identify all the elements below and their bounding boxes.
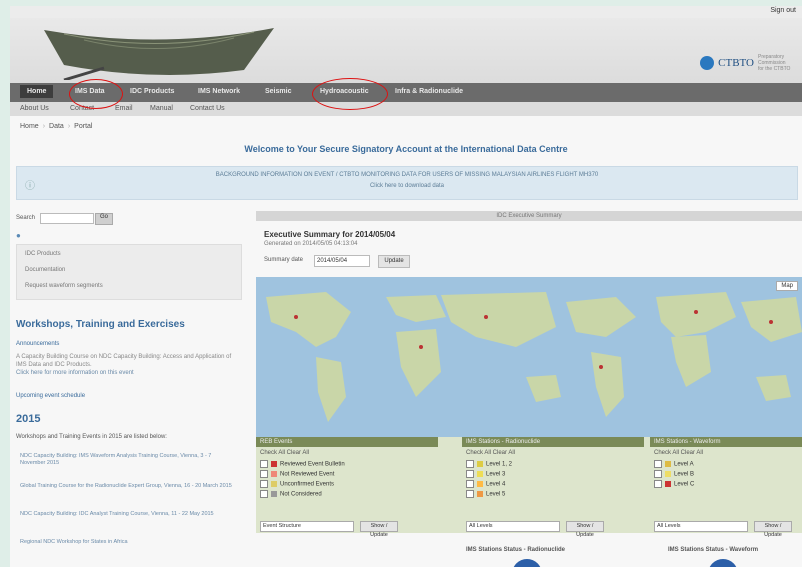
search-input[interactable] bbox=[40, 213, 94, 224]
filter-option[interactable]: Unconfirmed Events bbox=[256, 479, 438, 489]
nav-infra-radionuclide[interactable]: Infra & Radionuclide bbox=[395, 88, 463, 95]
breadcrumb-home[interactable]: Home bbox=[20, 123, 39, 130]
filter-select[interactable]: Event Structure bbox=[260, 521, 354, 532]
filter-panel: REB Events Check All Clear All Reviewed … bbox=[256, 437, 802, 538]
page-title: Welcome to Your Secure Signatory Account… bbox=[244, 144, 568, 154]
executive-summary-panel: IDC Executive Summary Executive Summary … bbox=[256, 211, 802, 567]
notice-text: BACKGROUND INFORMATION ON EVENT / CTBTO … bbox=[215, 172, 599, 178]
ctbto-globe-icon bbox=[700, 56, 715, 70]
subnav-email[interactable]: Email bbox=[115, 105, 133, 112]
subnav-contact-us[interactable]: Contact Us bbox=[190, 105, 225, 112]
event-item[interactable]: Global Training Course for the Radionucl… bbox=[20, 483, 238, 490]
filter-option[interactable]: Level 1, 2 bbox=[462, 459, 644, 469]
year-heading: 2015 bbox=[16, 413, 41, 425]
browser-page: Sign out CTBTO Preparatory Commission fo… bbox=[10, 6, 802, 567]
nav-idc-products[interactable]: IDC Products bbox=[130, 88, 174, 95]
waveform-status-label: IMS Stations Status - Waveform bbox=[668, 547, 759, 553]
header-banner: CTBTO Preparatory Commission for the CTB… bbox=[10, 18, 802, 83]
filter-option[interactable]: Level 4 bbox=[462, 479, 644, 489]
radionuclide-status-label: IMS Stations Status - Radionuclide bbox=[466, 547, 566, 553]
nav-seismic[interactable]: Seismic bbox=[265, 88, 291, 95]
filter-radionuclide: IMS Stations - Radionuclide Check All Cl… bbox=[462, 437, 644, 538]
show-update-button[interactable]: Show / Update bbox=[754, 521, 792, 538]
search-label: Search bbox=[16, 215, 36, 221]
check-all-links[interactable]: Check All Clear All bbox=[650, 447, 802, 459]
section-title: Workshops, Training and Exercises bbox=[16, 319, 185, 330]
annotation-circle-hydroacoustic bbox=[312, 78, 388, 110]
subnav-manual[interactable]: Manual bbox=[150, 105, 173, 112]
notice-banner: ⓘ BACKGROUND INFORMATION ON EVENT / CTBT… bbox=[16, 166, 798, 200]
globe-icon bbox=[512, 559, 542, 567]
sidebar-menu: IDC Products Documentation Request wavef… bbox=[16, 244, 242, 300]
summary-date-label: Summary date bbox=[264, 257, 304, 263]
show-update-button[interactable]: Show / Update bbox=[566, 521, 604, 538]
events-intro: Workshops and Training Events in 2015 ar… bbox=[16, 434, 167, 440]
filter-reb-events: REB Events Check All Clear All Reviewed … bbox=[256, 437, 438, 538]
summary-date-input[interactable]: 2014/05/04 bbox=[314, 255, 370, 267]
left-sidebar: Search Go ● IDC Products Documentation R… bbox=[10, 211, 248, 567]
notice-link[interactable]: Click here to download data bbox=[17, 183, 797, 189]
announcements-label: Announcements bbox=[16, 341, 60, 347]
filter-option[interactable]: Level 3 bbox=[462, 469, 644, 479]
filter-option[interactable]: Level A bbox=[650, 459, 802, 469]
logo-subtext: Preparatory Commission for the CTBTO bbox=[758, 54, 791, 72]
search-go-button[interactable]: Go bbox=[95, 213, 113, 225]
filter-option[interactable]: Level C bbox=[650, 479, 802, 489]
filter-option[interactable]: Level 5 bbox=[462, 489, 644, 499]
filter-option[interactable]: Not Reviewed Event bbox=[256, 469, 438, 479]
filter-header: IMS Stations - Waveform bbox=[650, 437, 802, 447]
filter-option[interactable]: Not Considered bbox=[256, 489, 438, 499]
subnav-about[interactable]: About Us bbox=[20, 105, 49, 112]
world-map-image bbox=[256, 277, 802, 437]
sidebar-item-documentation[interactable]: Documentation bbox=[25, 267, 65, 273]
check-all-links[interactable]: Check All Clear All bbox=[256, 447, 438, 459]
filter-select[interactable]: All Levels bbox=[654, 521, 748, 532]
panel-header: IDC Executive Summary bbox=[256, 211, 802, 221]
event-item[interactable]: NDC Capacity Building: IDC Analyst Train… bbox=[20, 511, 238, 518]
nav-home[interactable]: Home bbox=[20, 85, 54, 98]
executive-summary-title: Executive Summary for 2014/05/04 bbox=[264, 230, 396, 239]
logo-text: CTBTO bbox=[718, 57, 754, 69]
check-all-links[interactable]: Check All Clear All bbox=[462, 447, 644, 459]
main-navigation: Home IMS Data IDC Products IMS Network S… bbox=[10, 83, 802, 102]
event-item[interactable]: NDC Capacity Building: IMS Waveform Anal… bbox=[20, 453, 238, 467]
event-item[interactable]: Regional NDC Workshop for States in Afri… bbox=[20, 539, 238, 546]
world-map[interactable]: Map bbox=[256, 277, 802, 437]
annotation-circle-ims-data bbox=[69, 79, 123, 109]
account-link[interactable]: Sign out bbox=[770, 7, 796, 14]
announcement-text: A Capacity Building Course on NDC Capaci… bbox=[16, 354, 232, 368]
breadcrumb: Home › Data › Portal bbox=[20, 123, 93, 130]
ctbto-logo[interactable]: CTBTO Preparatory Commission for the CTB… bbox=[700, 54, 792, 72]
generated-timestamp: Generated on 2014/05/05 04:13:04 bbox=[264, 241, 358, 247]
filter-header: REB Events bbox=[256, 437, 438, 447]
top-strip: Sign out bbox=[10, 6, 802, 18]
satellite-dish-image bbox=[44, 28, 274, 80]
filter-option[interactable]: Level B bbox=[650, 469, 802, 479]
filter-waveform: IMS Stations - Waveform Check All Clear … bbox=[650, 437, 802, 538]
show-update-button[interactable]: Show / Update bbox=[360, 521, 398, 538]
sidebar-item-request-waveform[interactable]: Request waveform segments bbox=[25, 283, 103, 289]
update-button[interactable]: Update bbox=[378, 255, 410, 268]
nav-ims-network[interactable]: IMS Network bbox=[198, 88, 240, 95]
announcement-link[interactable]: Click here for more information on this … bbox=[16, 369, 240, 377]
filter-option[interactable]: Reviewed Event Bulletin bbox=[256, 459, 438, 469]
filter-header: IMS Stations - Radionuclide bbox=[462, 437, 644, 447]
breadcrumb-data[interactable]: Data bbox=[49, 123, 64, 130]
breadcrumb-portal: Portal bbox=[74, 123, 93, 130]
sub-navigation: About Us Contact Email Manual Contact Us bbox=[10, 102, 802, 116]
upcoming-label: Upcoming event schedule bbox=[16, 393, 86, 399]
globe-icon bbox=[708, 559, 738, 567]
menu-bullet-icon: ● bbox=[16, 231, 21, 240]
sidebar-item-idc-products[interactable]: IDC Products bbox=[25, 251, 61, 257]
map-type-button[interactable]: Map bbox=[776, 281, 798, 291]
filter-select[interactable]: All Levels bbox=[466, 521, 560, 532]
